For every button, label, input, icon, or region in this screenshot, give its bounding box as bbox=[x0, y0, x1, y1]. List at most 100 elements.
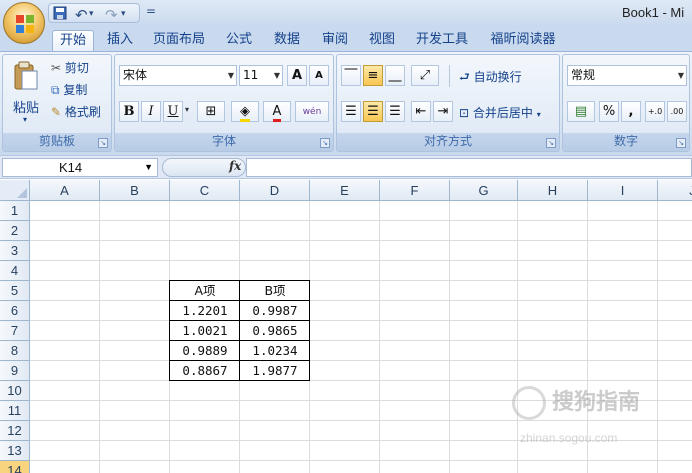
row-header-5[interactable]: 5 bbox=[0, 281, 30, 301]
gridline-vertical bbox=[657, 201, 658, 473]
column-header-c[interactable]: C bbox=[170, 180, 240, 201]
font-color-button[interactable]: A bbox=[263, 101, 291, 122]
column-header-b[interactable]: B bbox=[100, 180, 170, 201]
column-header-f[interactable]: F bbox=[380, 180, 450, 201]
align-left-button[interactable]: ☰ bbox=[341, 101, 361, 122]
increase-indent-button[interactable]: ⇥ bbox=[433, 101, 453, 122]
column-header-d[interactable]: D bbox=[240, 180, 310, 201]
column-header-g[interactable]: G bbox=[450, 180, 518, 201]
number-format-combo[interactable]: 常规 ▼ bbox=[567, 65, 687, 86]
column-header-a[interactable]: A bbox=[30, 180, 100, 201]
tab-review[interactable]: 审阅 bbox=[314, 30, 356, 51]
table-header-cell[interactable]: A项 bbox=[170, 281, 240, 301]
worksheet-grid[interactable]: ABCDEFGHIJ 1234567891011121314 A项B项1.220… bbox=[0, 180, 692, 473]
tab-page-layout[interactable]: 页面布局 bbox=[146, 30, 212, 51]
wrap-text-button[interactable]: ⮐ 自动换行 bbox=[459, 68, 522, 89]
accounting-format-button[interactable]: ▤ bbox=[567, 101, 595, 122]
tab-home[interactable]: 开始 bbox=[52, 30, 94, 51]
table-border bbox=[169, 280, 170, 381]
increase-decimal-button[interactable]: +.0 bbox=[645, 101, 665, 122]
fill-color-button[interactable]: ◈ bbox=[231, 101, 259, 122]
row-header-13[interactable]: 13 bbox=[0, 441, 30, 461]
row-header-10[interactable]: 10 bbox=[0, 381, 30, 401]
select-all-button[interactable] bbox=[0, 180, 30, 201]
customize-qat-icon[interactable]: = bbox=[146, 4, 156, 18]
percent-button[interactable]: % bbox=[599, 101, 619, 122]
tab-insert[interactable]: 插入 bbox=[100, 30, 140, 51]
borders-button[interactable]: ⊞ bbox=[197, 101, 225, 122]
row-header-14[interactable]: 14 bbox=[0, 461, 30, 473]
row-header-3[interactable]: 3 bbox=[0, 241, 30, 261]
table-cell[interactable]: 1.9877 bbox=[240, 361, 310, 381]
table-header-cell[interactable]: B项 bbox=[240, 281, 310, 301]
table-cell[interactable]: 1.0021 bbox=[170, 321, 240, 341]
grow-font-button[interactable]: A bbox=[287, 65, 307, 86]
currency-icon: ▤ bbox=[574, 104, 588, 119]
undo-dropdown-icon[interactable]: ▾ bbox=[89, 9, 94, 19]
orientation-button[interactable]: ⤢ bbox=[411, 65, 439, 86]
clipboard-launcher-icon[interactable]: ↘ bbox=[98, 138, 108, 148]
undo-icon[interactable]: ↶ bbox=[75, 6, 88, 24]
tab-view[interactable]: 视图 bbox=[362, 30, 402, 51]
number-launcher-icon[interactable]: ↘ bbox=[676, 138, 686, 148]
shrink-font-button[interactable]: A bbox=[309, 65, 329, 86]
title-bar: ↶ ▾ ↷ ▾ = Book1 - Mi bbox=[0, 0, 692, 27]
redo-dropdown-icon[interactable]: ▾ bbox=[121, 9, 126, 19]
row-header-4[interactable]: 4 bbox=[0, 261, 30, 281]
bold-button[interactable]: B bbox=[119, 101, 139, 122]
format-painter-button[interactable]: ✎ 格式刷 bbox=[51, 103, 101, 120]
cut-button[interactable]: ✂ 剪切 bbox=[51, 59, 89, 76]
decrease-decimal-button[interactable]: .00 bbox=[667, 101, 687, 122]
table-cell[interactable]: 0.9865 bbox=[240, 321, 310, 341]
redo-icon[interactable]: ↷ bbox=[105, 6, 118, 24]
alignment-group: ⎺ ≡ ⎽ ⤢ ⮐ 自动换行 ☰ ☰ ☰ ⇤ ⇥ ⊡ 合并后居中 ▾ 对齐方式 … bbox=[336, 54, 560, 152]
align-right-button[interactable]: ☰ bbox=[385, 101, 405, 122]
formula-input[interactable] bbox=[246, 158, 692, 177]
column-header-h[interactable]: H bbox=[518, 180, 588, 201]
column-header-j[interactable]: J bbox=[658, 180, 692, 201]
row-header-2[interactable]: 2 bbox=[0, 221, 30, 241]
column-header-i[interactable]: I bbox=[588, 180, 658, 201]
name-box[interactable]: K14 ▼ bbox=[2, 158, 158, 177]
font-launcher-icon[interactable]: ↘ bbox=[320, 138, 330, 148]
table-cell[interactable]: 1.0234 bbox=[240, 341, 310, 361]
tab-data[interactable]: 数据 bbox=[266, 30, 308, 51]
tab-developer[interactable]: 开发工具 bbox=[408, 30, 476, 51]
merge-center-button[interactable]: ⊡ 合并后居中 ▾ bbox=[459, 104, 541, 121]
row-header-1[interactable]: 1 bbox=[0, 201, 30, 221]
decrease-indent-button[interactable]: ⇤ bbox=[411, 101, 431, 122]
tab-formulas[interactable]: 公式 bbox=[218, 30, 260, 51]
phonetic-button[interactable]: wén bbox=[295, 101, 329, 122]
italic-button[interactable]: I bbox=[141, 101, 161, 122]
paste-button[interactable]: 粘贴 ▾ bbox=[9, 59, 43, 129]
column-header-e[interactable]: E bbox=[310, 180, 380, 201]
office-button[interactable] bbox=[3, 2, 45, 44]
font-name-combo[interactable]: 宋体 ▼ bbox=[119, 65, 237, 86]
alignment-launcher-icon[interactable]: ↘ bbox=[546, 138, 556, 148]
row-header-12[interactable]: 12 bbox=[0, 421, 30, 441]
row-header-7[interactable]: 7 bbox=[0, 321, 30, 341]
font-size-combo[interactable]: 11 ▼ bbox=[239, 65, 283, 86]
table-cell[interactable]: 1.2201 bbox=[170, 301, 240, 321]
copy-button[interactable]: ⧉ 复制 bbox=[51, 81, 87, 98]
underline-dropdown-icon[interactable]: ▾ bbox=[185, 105, 189, 114]
comma-button[interactable]: , bbox=[621, 101, 641, 122]
table-cell[interactable]: 0.9987 bbox=[240, 301, 310, 321]
save-icon[interactable] bbox=[53, 6, 67, 23]
tab-foxit-reader[interactable]: 福昕阅读器 bbox=[482, 30, 564, 51]
gridline-horizontal bbox=[30, 320, 692, 321]
table-cell[interactable]: 0.8867 bbox=[170, 361, 240, 381]
align-middle-button[interactable]: ≡ bbox=[363, 65, 383, 86]
row-header-11[interactable]: 11 bbox=[0, 401, 30, 421]
fx-icon[interactable]: fx bbox=[229, 159, 241, 173]
row-header-8[interactable]: 8 bbox=[0, 341, 30, 361]
align-bottom-button[interactable]: ⎽ bbox=[385, 65, 405, 86]
row-header-9[interactable]: 9 bbox=[0, 361, 30, 381]
row-header-6[interactable]: 6 bbox=[0, 301, 30, 321]
paste-dropdown-icon[interactable]: ▾ bbox=[23, 115, 27, 124]
table-cell[interactable]: 0.9889 bbox=[170, 341, 240, 361]
underline-button[interactable]: U bbox=[163, 101, 183, 122]
align-center-button[interactable]: ☰ bbox=[363, 101, 383, 122]
gridline-horizontal bbox=[30, 280, 692, 281]
align-top-button[interactable]: ⎺ bbox=[341, 65, 361, 86]
